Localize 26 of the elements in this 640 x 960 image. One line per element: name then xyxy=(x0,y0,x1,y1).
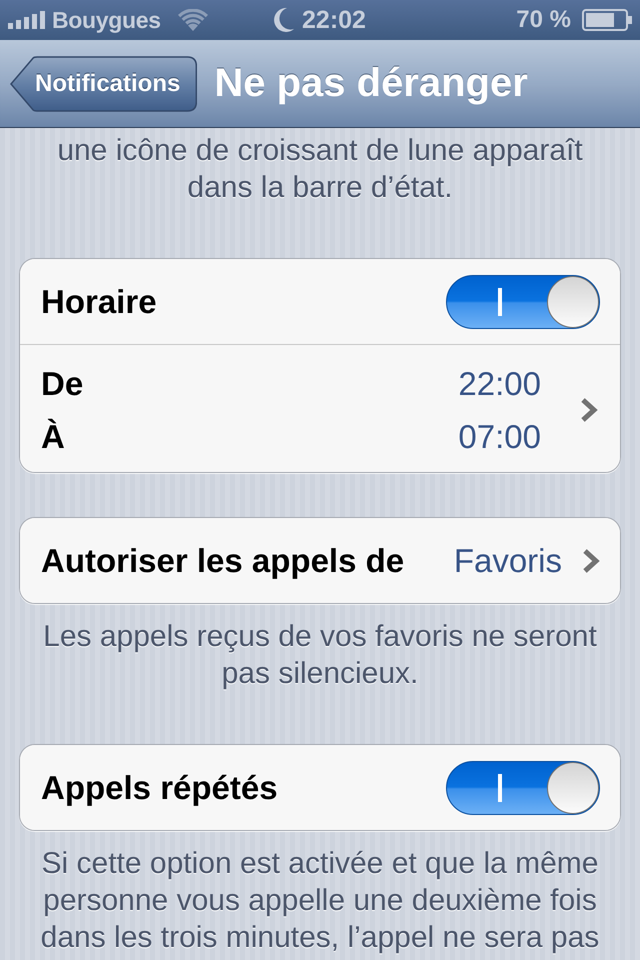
chevron-icon xyxy=(582,548,600,574)
toggle-switch[interactable] xyxy=(446,274,600,328)
wifi-icon xyxy=(178,9,208,31)
moon-icon xyxy=(274,8,294,32)
row-value: Favoris xyxy=(454,542,562,580)
signal-icon xyxy=(8,11,45,29)
settings-row[interactable]: Autoriser les appels de Favoris xyxy=(20,518,620,603)
status-time: 22:02 xyxy=(302,6,366,34)
row-label: Horaire xyxy=(41,282,157,320)
back-button[interactable]: Notifications xyxy=(10,56,198,112)
chevron-icon xyxy=(580,397,598,423)
section-footnote: Si cette option est activée et que la même personne vous appelle une deuxième fois dans les trois minutes, l’appel ne sera pas xyxy=(40,846,600,956)
battery-percent: 70 % xyxy=(516,6,571,34)
row-label: Autoriser les appels de xyxy=(41,542,404,580)
time-value: 07:00 xyxy=(458,418,541,456)
row-label: De xyxy=(41,364,84,402)
row-label: À xyxy=(41,418,65,456)
section-footnote: Les appels reçus de vos favoris ne seront pas silencieux. xyxy=(42,619,598,692)
section-footnote: une icône de croissant de lune apparaît dans la barre d’état. xyxy=(56,133,584,206)
time-value: 22:00 xyxy=(458,364,541,402)
settings-row[interactable]: De 22:00 À 07:00 xyxy=(20,344,620,472)
toggle-switch[interactable] xyxy=(446,760,600,814)
row-label: Appels répétés xyxy=(41,768,278,806)
carrier-name: Bouygues xyxy=(52,6,161,34)
page-title: Ne pas déranger xyxy=(214,61,528,106)
battery-icon xyxy=(582,9,632,31)
